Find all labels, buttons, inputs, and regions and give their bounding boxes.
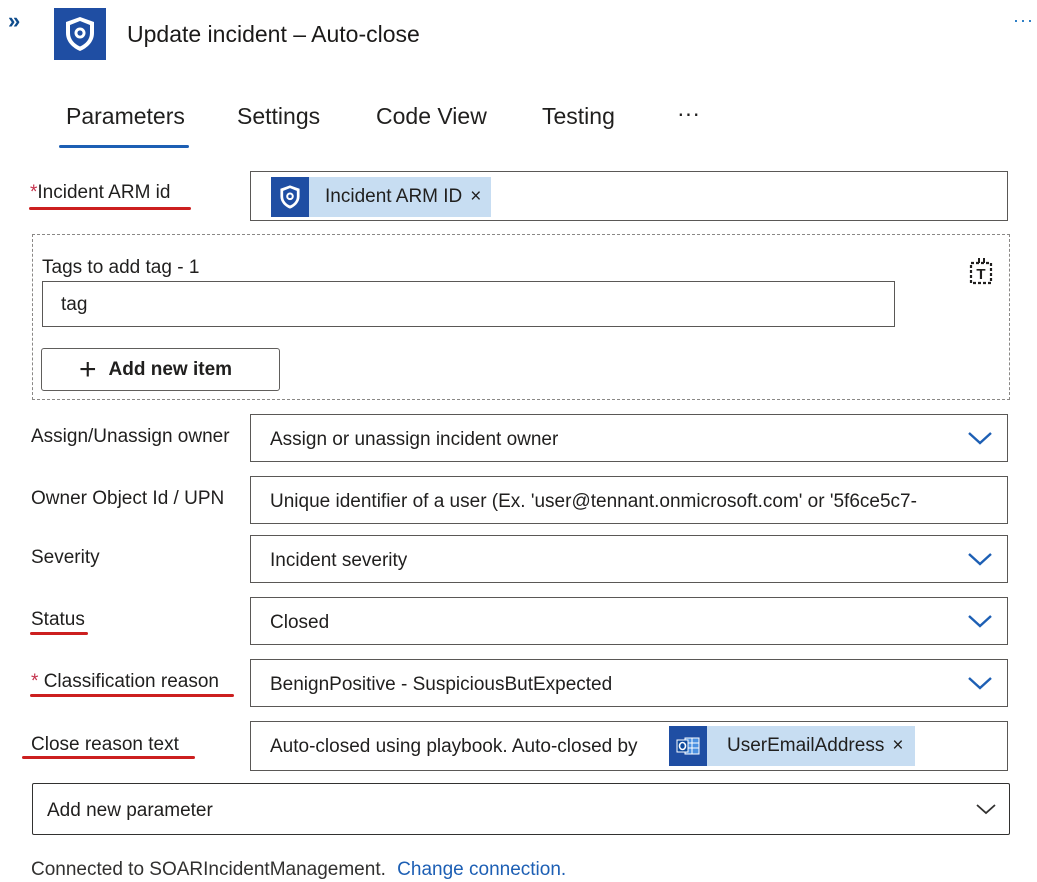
status-value: Closed	[270, 612, 330, 633]
chevron-down-icon	[968, 553, 992, 566]
status-label: Status	[31, 609, 85, 630]
connection-status: Connected to SOARIncidentManagement. Cha…	[31, 858, 566, 882]
remove-token-icon[interactable]: ×	[892, 735, 915, 757]
assign-owner-label: Assign/Unassign owner	[31, 426, 230, 447]
page-title: Update incident – Auto-close	[127, 21, 420, 47]
tab-settings[interactable]: Settings	[237, 101, 320, 131]
chevron-down-icon	[968, 432, 992, 445]
incident-arm-id-field[interactable]: Incident ARM ID ×	[250, 171, 1008, 221]
more-options-icon[interactable]: ···	[1013, 10, 1034, 30]
tag-input[interactable]: tag	[42, 281, 895, 327]
annotation-underline	[29, 207, 191, 210]
tags-label: Tags to add tag - 1	[42, 257, 200, 278]
tag-input-value: tag	[61, 294, 88, 315]
annotation-underline	[22, 756, 195, 759]
expand-panel-icon[interactable]: »	[8, 10, 20, 32]
classification-reason-value: BenignPositive - SuspiciousButExpected	[270, 674, 613, 695]
tab-code-view[interactable]: Code View	[376, 101, 487, 131]
classification-reason-label-text: Classification reason	[43, 671, 219, 692]
token-label: Incident ARM ID	[325, 186, 463, 207]
close-reason-text-field[interactable]: Auto-closed using playbook. Auto-closed …	[250, 721, 1008, 771]
annotation-underline	[30, 632, 88, 635]
owner-object-id-placeholder: Unique identifier of a user (Ex. 'user@t…	[270, 491, 917, 512]
owner-object-id-field[interactable]: Unique identifier of a user (Ex. 'user@t…	[250, 476, 1008, 524]
sentinel-shield-icon	[271, 177, 309, 217]
outlook-icon	[669, 726, 707, 766]
assign-owner-value: Assign or unassign incident owner	[270, 429, 559, 450]
incident-arm-id-token: Incident ARM ID ×	[271, 177, 492, 217]
severity-value: Incident severity	[270, 550, 408, 571]
tab-testing[interactable]: Testing	[542, 101, 615, 131]
svg-text:T: T	[976, 266, 985, 283]
incident-arm-id-label-text: Incident ARM id	[37, 182, 171, 203]
tab-parameters[interactable]: Parameters	[66, 101, 185, 131]
tab-more[interactable]: ···	[677, 98, 700, 128]
incident-arm-id-label: *Incident ARM id	[30, 181, 170, 205]
classification-reason-dropdown[interactable]: BenignPositive - SuspiciousButExpected	[250, 659, 1008, 707]
required-marker: *	[31, 671, 39, 692]
add-new-item-label: Add new item	[108, 358, 233, 380]
status-dropdown[interactable]: Closed	[250, 597, 1008, 645]
sentinel-shield-icon	[54, 8, 106, 60]
chevron-down-icon	[968, 615, 992, 628]
change-connection-link[interactable]: Change connection.	[397, 859, 566, 880]
connection-status-text: Connected to SOARIncidentManagement.	[31, 859, 386, 880]
assign-owner-dropdown[interactable]: Assign or unassign incident owner	[250, 414, 1008, 462]
text-mode-toggle-icon[interactable]: T	[966, 256, 996, 291]
annotation-underline	[30, 694, 234, 697]
add-new-parameter-label: Add new parameter	[47, 800, 213, 821]
close-reason-text-value: Auto-closed using playbook. Auto-closed …	[270, 736, 638, 757]
close-reason-text-label: Close reason text	[31, 734, 179, 755]
plus-icon: +	[79, 352, 97, 386]
remove-token-icon[interactable]: ×	[470, 186, 491, 208]
add-new-parameter-dropdown[interactable]: Add new parameter	[32, 783, 1010, 835]
severity-dropdown[interactable]: Incident severity	[250, 535, 1008, 583]
classification-reason-label: * Classification reason	[31, 670, 219, 694]
owner-object-id-label: Owner Object Id / UPN	[31, 488, 225, 509]
severity-label: Severity	[31, 547, 100, 568]
chevron-down-icon	[976, 804, 996, 815]
active-tab-indicator	[59, 145, 189, 148]
add-new-item-button[interactable]: + Add new item	[41, 348, 280, 391]
chevron-down-icon	[968, 677, 992, 690]
user-email-token: UserEmailAddress ×	[669, 726, 916, 766]
token-label: UserEmailAddress	[727, 735, 885, 756]
